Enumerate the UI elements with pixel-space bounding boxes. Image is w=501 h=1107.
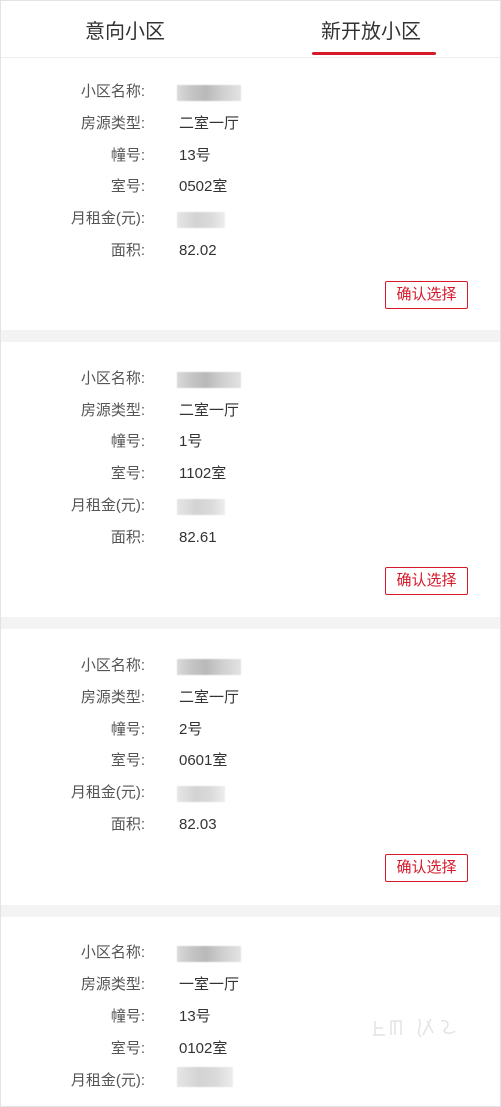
redacted-community-name — [177, 946, 241, 962]
rent-row: 月租金(元): — [1, 494, 500, 518]
rent-label: 月租金(元): — [70, 210, 145, 227]
room-value: 0502室 — [179, 178, 228, 195]
community-row: 小区名称: — [1, 367, 500, 391]
area-value: 82.02 — [179, 242, 217, 259]
building-value: 13号 — [179, 1008, 211, 1025]
area-label: 面积: — [110, 242, 145, 259]
building-value: 13号 — [179, 147, 211, 164]
type-label: 房源类型: — [80, 115, 145, 132]
area-row: 面积: 82.03 — [1, 813, 500, 837]
listing-card: 小区名称: 房源类型: 二室一厅 幢号: 13号 室号: 0502室 月租金(元… — [1, 58, 500, 330]
redacted-rent — [177, 499, 225, 515]
type-value: 二室一厅 — [179, 402, 240, 419]
redacted-rent — [177, 212, 225, 228]
app-frame: 意向小区 新开放小区 小区名称: 房源类型: 二室一厅 幢号: 13号 室号: … — [0, 0, 501, 1107]
type-label: 房源类型: — [80, 976, 145, 993]
room-row: 室号: 0502室 — [1, 175, 500, 199]
community-label: 小区名称: — [80, 657, 145, 674]
area-label: 面积: — [110, 529, 145, 546]
listing-card: 小区名称: 房源类型: 二室一厅 幢号: 1号 室号: 1102室 月租金(元)… — [1, 342, 500, 617]
building-value: 1号 — [179, 433, 203, 450]
logo-watermark-icon — [373, 1018, 456, 1038]
redacted-community-name — [177, 659, 241, 675]
rent-label: 月租金(元): — [70, 497, 145, 514]
listing-card: 小区名称: 房源类型: 二室一厅 幢号: 2号 室号: 0601室 月租金(元)… — [1, 629, 500, 905]
tab-intended-community[interactable]: 意向小区 — [85, 15, 165, 44]
rent-label: 月租金(元): — [70, 784, 145, 801]
confirm-select-button[interactable]: 确认选择 — [385, 281, 468, 309]
community-label: 小区名称: — [80, 83, 145, 100]
building-row: 幢号: 13号 — [1, 144, 500, 168]
type-value: 一室一厅 — [179, 976, 240, 993]
type-row: 房源类型: 二室一厅 — [1, 686, 500, 710]
area-row: 面积: 82.02 — [1, 239, 500, 263]
room-row: 室号: 0601室 — [1, 749, 500, 773]
room-label: 室号: — [110, 465, 145, 482]
redacted-rent — [177, 1067, 233, 1087]
room-row: 室号: 1102室 — [1, 462, 500, 486]
rent-label: 月租金(元): — [70, 1072, 145, 1089]
type-label: 房源类型: — [80, 402, 145, 419]
redacted-community-name — [177, 85, 241, 101]
active-tab-indicator — [312, 52, 436, 55]
room-label: 室号: — [110, 178, 145, 195]
type-value: 二室一厅 — [179, 689, 240, 706]
building-label: 幢号: — [110, 433, 145, 450]
type-row: 房源类型: 二室一厅 — [1, 112, 500, 136]
room-label: 室号: — [110, 752, 145, 769]
rent-row: 月租金(元): — [1, 1067, 500, 1093]
redacted-community-name — [177, 372, 241, 388]
building-row: 幢号: 2号 — [1, 718, 500, 742]
type-label: 房源类型: — [80, 689, 145, 706]
building-value: 2号 — [179, 721, 203, 738]
type-row: 房源类型: 二室一厅 — [1, 399, 500, 423]
confirm-select-button[interactable]: 确认选择 — [385, 567, 468, 595]
area-row: 面积: 82.61 — [1, 526, 500, 550]
card-separator — [1, 905, 500, 917]
building-label: 幢号: — [110, 1008, 145, 1025]
room-value: 0601室 — [179, 752, 228, 769]
redacted-rent — [177, 786, 225, 802]
rent-row: 月租金(元): — [1, 781, 500, 805]
community-row: 小区名称: — [1, 941, 500, 965]
building-label: 幢号: — [110, 147, 145, 164]
room-value: 0102室 — [179, 1040, 228, 1057]
listing-card: 小区名称: 房源类型: 一室一厅 幢号: 13号 室号: 0102室 月租金(元… — [1, 917, 500, 1106]
community-label: 小区名称: — [80, 370, 145, 387]
card-separator — [1, 617, 500, 629]
rent-row: 月租金(元): — [1, 207, 500, 231]
area-label: 面积: — [110, 816, 145, 833]
area-value: 82.61 — [179, 529, 217, 546]
building-label: 幢号: — [110, 721, 145, 738]
building-row: 幢号: 1号 — [1, 430, 500, 454]
room-label: 室号: — [110, 1040, 145, 1057]
community-label: 小区名称: — [80, 944, 145, 961]
type-value: 二室一厅 — [179, 115, 240, 132]
room-value: 1102室 — [179, 465, 227, 482]
area-value: 82.03 — [179, 816, 217, 833]
community-row: 小区名称: — [1, 654, 500, 678]
tab-newly-opened-community[interactable]: 新开放小区 — [321, 15, 421, 44]
community-row: 小区名称: — [1, 80, 500, 104]
confirm-select-button[interactable]: 确认选择 — [385, 854, 468, 882]
type-row: 房源类型: 一室一厅 — [1, 973, 500, 997]
card-separator — [1, 330, 500, 342]
tab-bar: 意向小区 新开放小区 — [1, 1, 500, 58]
